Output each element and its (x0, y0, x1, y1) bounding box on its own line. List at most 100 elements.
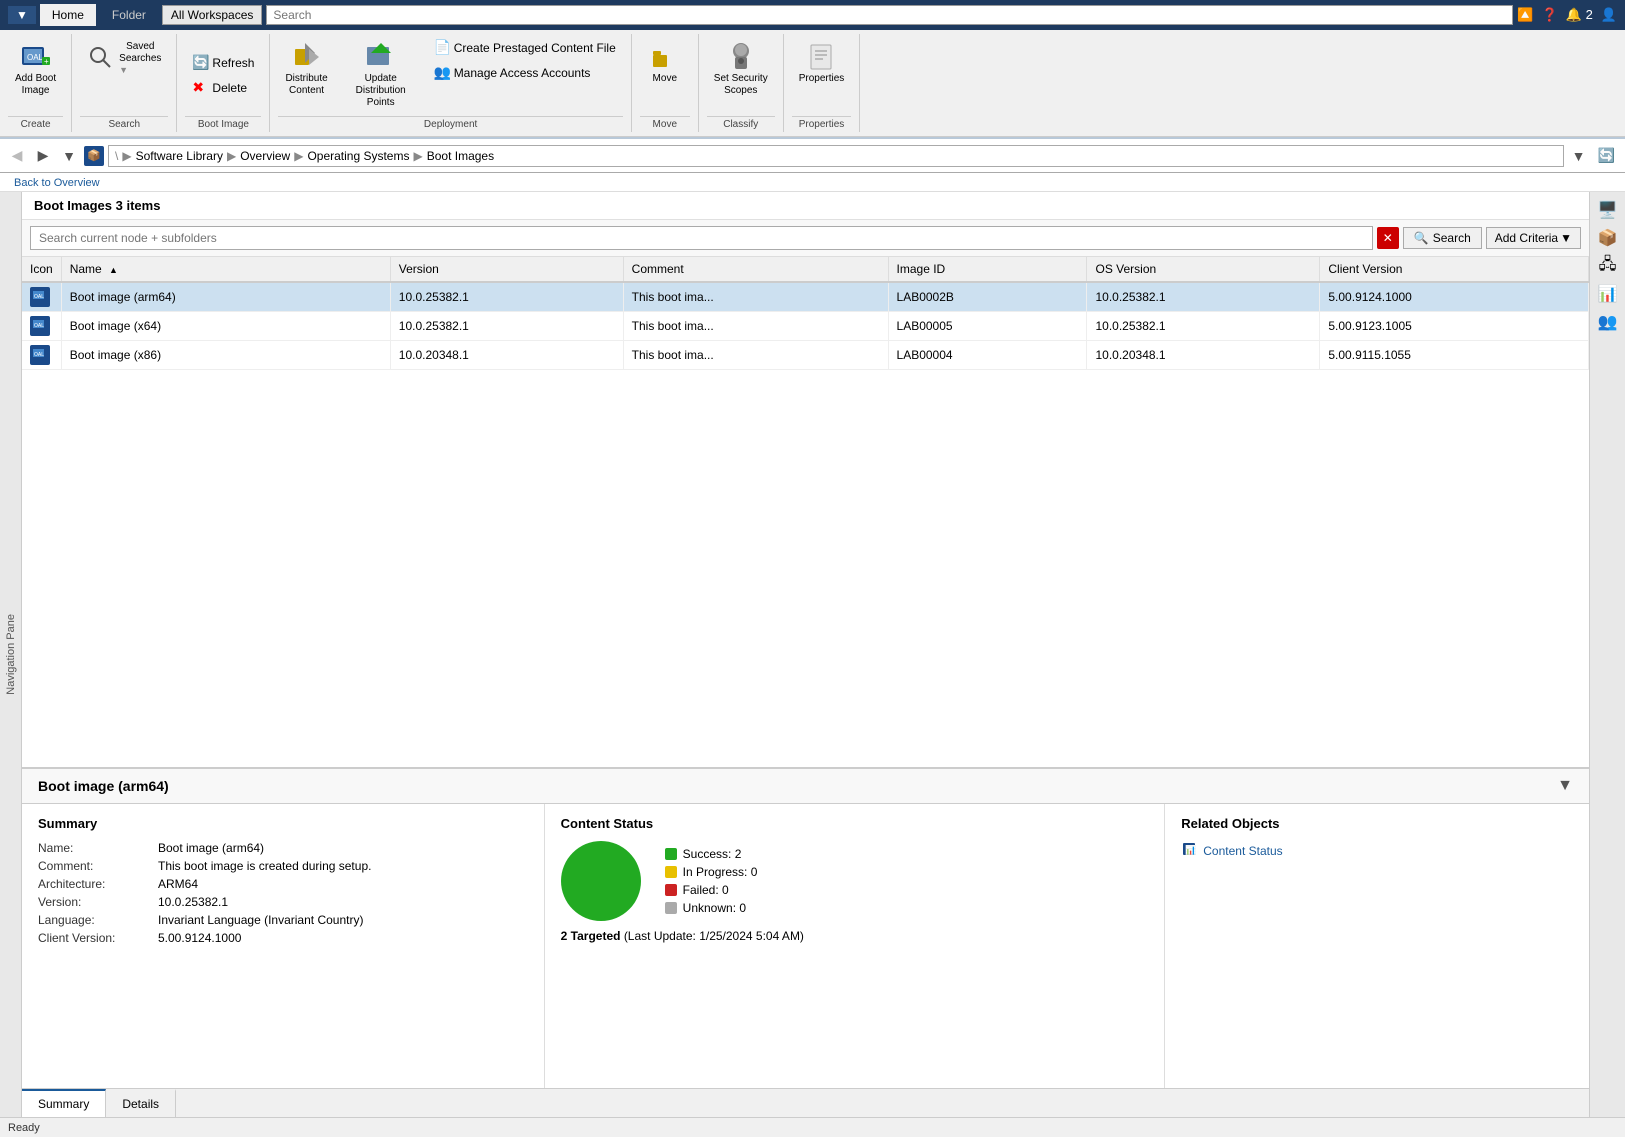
detail-field-label: Architecture: (38, 877, 158, 891)
content-status-link-label: Content Status (1203, 844, 1282, 858)
detail-header: Boot image (arm64) ▼ (22, 769, 1589, 804)
sidebar-icon-4[interactable]: 👥 (1594, 308, 1622, 336)
path-software-library[interactable]: Software Library (136, 149, 223, 163)
path-separator-1: ▶ (122, 149, 131, 163)
cell-os-version: 10.0.20348.1 (1087, 341, 1320, 370)
manage-access-button[interactable]: 👥 Manage Access Accounts (427, 61, 623, 84)
table-row[interactable]: OAL Boot image (x64) 10.0.25382.1 This b… (22, 312, 1589, 341)
create-prestaged-button[interactable]: 📄 Create Prestaged Content File (427, 36, 623, 59)
detail-field-label: Comment: (38, 859, 158, 873)
svg-text:OAL: OAL (34, 294, 44, 300)
detail-field-row: Client Version:5.00.9124.1000 (38, 931, 528, 945)
navigation-pane-label: Navigation Pane (5, 614, 17, 695)
legend-item: In Progress: 0 (665, 865, 758, 879)
ribbon-group-boot-image: 🔄 Refresh ✖ Delete Boot Image (177, 34, 270, 132)
col-image-id[interactable]: Image ID (888, 257, 1087, 282)
col-client-version[interactable]: Client Version (1320, 257, 1589, 282)
saved-searches-button[interactable]: SavedSearches ▼ (80, 36, 168, 80)
move-button[interactable]: Move (640, 36, 690, 90)
navigation-pane: Navigation Pane (0, 192, 22, 1117)
table-row[interactable]: OAL Boot image (arm64) 10.0.25382.1 This… (22, 282, 1589, 312)
back-nav-button[interactable]: ◀ (6, 145, 28, 167)
back-to-overview-link[interactable]: Back to Overview (8, 175, 106, 191)
path-operating-systems[interactable]: Operating Systems (307, 149, 409, 163)
cell-icon: OAL (22, 341, 61, 370)
detail-field-value: 5.00.9124.1000 (158, 931, 241, 945)
ribbon-group-properties-items: Properties (792, 36, 852, 114)
svg-text:OAL: OAL (34, 323, 44, 329)
cell-comment: This boot ima... (623, 312, 888, 341)
sidebar-icon-0[interactable]: 🖥️ (1594, 196, 1622, 224)
titlebar-icons: 🔼 ❓ 🔔 2 👤 (1517, 7, 1617, 23)
properties-button[interactable]: Properties (792, 36, 852, 90)
breadcrumb-path: \ ▶ Software Library ▶ Overview ▶ Operat… (108, 145, 1564, 167)
update-distribution-button[interactable]: UpdateDistribution Points (339, 36, 423, 114)
search-go-button[interactable]: 🔍 Search (1403, 227, 1482, 249)
tab-folder[interactable]: Folder (100, 4, 158, 26)
col-icon[interactable]: Icon (22, 257, 61, 282)
boot-images-table: Icon Name ▲ Version Comment Image ID OS … (22, 257, 1589, 370)
cell-version: 10.0.20348.1 (390, 341, 623, 370)
legend-item: Unknown: 0 (665, 901, 758, 915)
tab-home[interactable]: Home (40, 4, 96, 26)
delete-button[interactable]: ✖ Delete (185, 76, 261, 99)
move-icon (649, 41, 681, 73)
ribbon-group-search-items: SavedSearches ▼ (80, 36, 168, 114)
path-sep-1: ▶ (227, 149, 236, 163)
path-dropdown-button[interactable]: ▼ (1568, 145, 1590, 167)
path-overview[interactable]: Overview (240, 149, 290, 163)
refresh-address-button[interactable]: 🔄 (1594, 145, 1619, 166)
search-clear-button[interactable]: ✕ (1377, 227, 1399, 249)
set-security-icon (725, 41, 757, 73)
sidebar-icon-3[interactable]: 📊 (1594, 280, 1622, 308)
col-os-version[interactable]: OS Version (1087, 257, 1320, 282)
set-security-button[interactable]: Set SecurityScopes (707, 36, 775, 102)
distribute-content-button[interactable]: DistributeContent (278, 36, 334, 102)
detail-body: Summary Name:Boot image (arm64)Comment:T… (22, 804, 1589, 1088)
help-icon[interactable]: ❓ (1542, 7, 1558, 23)
ribbon-group-create: OAL + Add BootImage Create (0, 34, 72, 132)
detail-fields: Name:Boot image (arm64)Comment:This boot… (38, 841, 528, 945)
sidebar-icon-1[interactable]: 📦 (1594, 224, 1622, 252)
cell-icon: OAL (22, 312, 61, 341)
detail-tab-summary[interactable]: Summary (22, 1089, 106, 1117)
forward-nav-button[interactable]: ▶ (32, 145, 54, 167)
refresh-button[interactable]: 🔄 Refresh (185, 51, 261, 74)
sidebar-icon-2[interactable]: 🖧 (1594, 252, 1622, 280)
cell-name: Boot image (x86) (61, 341, 390, 370)
detail-tab-details[interactable]: Details (106, 1089, 176, 1117)
add-boot-image-button[interactable]: OAL + Add BootImage (8, 36, 63, 102)
path-separator-0: \ (115, 149, 118, 163)
notification-icon[interactable]: 🔔 2 (1566, 7, 1593, 23)
manage-access-label: Manage Access Accounts (454, 66, 591, 80)
titlebar-search-input[interactable] (266, 5, 1513, 25)
col-version[interactable]: Version (390, 257, 623, 282)
cell-name: Boot image (x64) (61, 312, 390, 341)
boot-image-icon: OAL (30, 316, 50, 336)
content-search-input[interactable] (30, 226, 1373, 250)
app-icon: 📦 (84, 146, 104, 166)
app-dropdown-btn[interactable]: ▼ (8, 6, 36, 24)
status-text: Ready (8, 1122, 40, 1134)
path-boot-images[interactable]: Boot Images (427, 149, 494, 163)
user-icon[interactable]: 👤 (1601, 7, 1617, 23)
title-bar: ▼ Home Folder All Workspaces 🔼 ❓ 🔔 2 👤 (0, 0, 1625, 30)
sidebar-icons: 🖥️📦🖧📊👥 (1594, 196, 1622, 336)
table-row[interactable]: OAL Boot image (x86) 10.0.20348.1 This b… (22, 341, 1589, 370)
detail-field-row: Name:Boot image (arm64) (38, 841, 528, 855)
col-comment[interactable]: Comment (623, 257, 888, 282)
dropdown-nav-button[interactable]: ▼ (58, 145, 80, 167)
add-criteria-button[interactable]: Add Criteria ▼ (1486, 227, 1581, 249)
detail-related-section: Related Objects 📊 Content Status (1165, 804, 1589, 1088)
ribbon-group-deployment-items: DistributeContent UpdateDistribution Poi… (278, 36, 622, 114)
col-name[interactable]: Name ▲ (61, 257, 390, 282)
search-bar: ✕ 🔍 Search Add Criteria ▼ (22, 220, 1589, 257)
legend-dot (665, 866, 677, 878)
distribute-content-label: DistributeContent (285, 73, 327, 97)
manage-access-icon: 👥 (434, 64, 450, 81)
detail-content-status-section: Content Status Success: 2In Progress: 0F… (545, 804, 1166, 1088)
content-status-link[interactable]: 📊 Content Status (1181, 841, 1573, 860)
ribbon-content: OAL + Add BootImage Create (0, 30, 1625, 137)
detail-collapse-button[interactable]: ▼ (1557, 777, 1573, 795)
minimize-icon[interactable]: 🔼 (1517, 7, 1533, 23)
